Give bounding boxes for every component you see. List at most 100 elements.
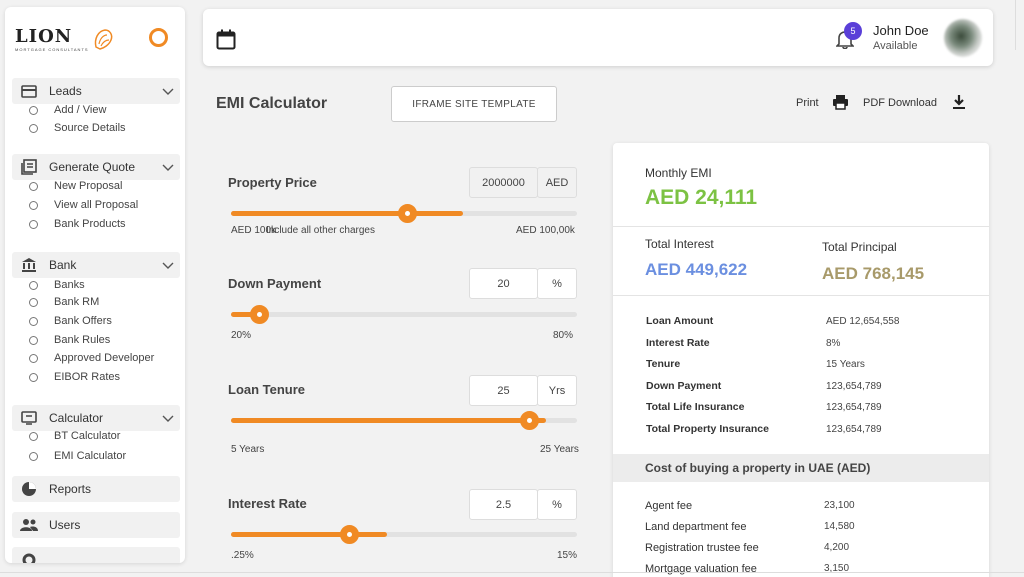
sidebar-item-label: View all Proposal (54, 199, 139, 211)
radio-icon (29, 353, 38, 363)
calendar-icon[interactable] (216, 29, 236, 50)
loan-tenure-unit: Yrs (537, 375, 577, 406)
sidebar-item-view-all-proposal[interactable]: View all Proposal (29, 199, 138, 211)
cost-heading: Cost of buying a property in UAE (AED) (613, 454, 989, 482)
status-ring-icon[interactable] (149, 28, 168, 47)
menu-bank[interactable]: Bank (12, 252, 180, 278)
loan-tenure-min: 5 Years (231, 444, 265, 455)
sidebar-item-source-details[interactable]: Source Details (29, 122, 126, 134)
menu-users[interactable]: Users (12, 512, 180, 538)
chevron-down-icon[interactable] (161, 160, 175, 174)
sidebar-item-add-view[interactable]: Add / View (29, 104, 106, 116)
iframe-template-button[interactable]: IFRAME SITE TEMPLATE (391, 86, 557, 122)
bank-icon (19, 255, 39, 275)
notification-badge: 5 (844, 22, 862, 40)
fee-value: 4,200 (824, 542, 850, 553)
detail-key: Loan Amount (646, 315, 714, 327)
loan-tenure-slider[interactable] (231, 411, 577, 430)
sidebar-item-bank-rules[interactable]: Bank Rules (29, 334, 110, 346)
interest-rate-slider[interactable] (231, 525, 577, 544)
avatar[interactable] (944, 19, 982, 57)
detail-value: 123,654,789 (826, 381, 882, 392)
monthly-emi-label: Monthly EMI (645, 166, 712, 180)
fee-key: Registration trustee fee (645, 542, 759, 554)
loan-tenure-input[interactable]: 25 (469, 375, 538, 406)
slider-fill (231, 532, 387, 537)
pdf-download-button[interactable]: PDF Download (863, 97, 937, 109)
sidebar-item-bank-rm[interactable]: Bank RM (29, 296, 99, 308)
download-icon[interactable] (952, 94, 966, 110)
radio-icon (29, 123, 38, 133)
down-payment-min: 20% (231, 330, 252, 341)
divider (1015, 0, 1016, 50)
slider-thumb[interactable] (339, 525, 359, 544)
sidebar-item-eibor-rates[interactable]: EIBOR Rates (29, 371, 120, 383)
sidebar-item-bank-products[interactable]: Bank Products (29, 218, 126, 230)
menu-reports-label: Reports (49, 482, 92, 496)
fee-key: Land department fee (645, 521, 747, 533)
logo[interactable]: LION MORTGAGE CONSULTANTS (15, 27, 114, 53)
property-price-slider[interactable] (231, 204, 577, 223)
down-payment-input[interactable]: 20 (469, 268, 538, 299)
fee-value: 14,580 (824, 521, 855, 532)
menu-settings[interactable] (12, 547, 180, 563)
sidebar-item-banks[interactable]: Banks (29, 279, 85, 291)
logo-tagline: MORTGAGE CONSULTANTS (15, 47, 89, 52)
interest-rate-input[interactable]: 2.5 (469, 489, 538, 520)
print-button[interactable]: Print (796, 97, 819, 109)
menu-generate-quote[interactable]: Generate Quote (12, 154, 180, 180)
total-interest-label: Total Interest (645, 237, 714, 251)
user-name[interactable]: John Doe (873, 23, 929, 38)
menu-reports[interactable]: Reports (12, 476, 180, 502)
chevron-down-icon[interactable] (161, 411, 175, 425)
sidebar-item-label: Bank Rules (54, 334, 111, 346)
property-price-input[interactable]: 2000000 (469, 167, 538, 198)
calculator-icon (19, 408, 39, 428)
menu-calculator[interactable]: Calculator (12, 405, 180, 431)
menu-bank-label: Bank (49, 258, 77, 272)
sidebar-item-label: Add / View (54, 104, 107, 116)
printer-icon[interactable] (832, 94, 849, 110)
fee-key: Agent fee (645, 500, 693, 512)
radio-icon (29, 200, 38, 210)
sidebar-item-label: Bank Offers (54, 315, 112, 327)
sidebar-item-label: New Proposal (54, 180, 123, 192)
page-title: EMI Calculator (216, 95, 328, 112)
total-principal-label: Total Principal (822, 240, 897, 254)
divider (613, 226, 989, 227)
radio-icon (29, 431, 38, 441)
sidebar-item-bank-offers[interactable]: Bank Offers (29, 315, 112, 327)
detail-key: Total Property Insurance (646, 423, 769, 435)
fee-key: Mortgage valuation fee (645, 563, 757, 575)
radio-icon (29, 297, 38, 307)
menu-users-label: Users (49, 518, 81, 532)
down-payment-slider[interactable] (231, 305, 577, 324)
sidebar-item-label: EIBOR Rates (54, 371, 121, 383)
interest-rate-label: Interest Rate (228, 496, 307, 511)
sidebar-item-emi-calculator[interactable]: EMI Calculator (29, 450, 126, 462)
sidebar-item-bt-calculator[interactable]: BT Calculator (29, 430, 120, 442)
radio-icon (29, 219, 38, 229)
down-payment-max: 80% (553, 330, 574, 341)
slider-thumb[interactable] (398, 204, 418, 223)
detail-key: Down Payment (646, 380, 722, 392)
user-status: Available (873, 40, 918, 52)
emi-summary-card: Monthly EMI AED 24,111 Total Interest AE… (613, 143, 989, 577)
detail-value: 8% (826, 338, 841, 349)
sidebar-item-label: EMI Calculator (54, 450, 127, 462)
chevron-down-icon[interactable] (161, 258, 175, 272)
radio-icon (29, 372, 38, 382)
chevron-down-icon[interactable] (161, 84, 175, 98)
detail-key: Total Life Insurance (646, 401, 745, 413)
menu-leads[interactable]: Leads (12, 78, 180, 104)
sidebar-item-new-proposal[interactable]: New Proposal (29, 180, 122, 192)
sidebar-item-approved-developer[interactable]: Approved Developer (29, 352, 154, 364)
sidebar-item-label: Source Details (54, 122, 126, 134)
sidebar: LION MORTGAGE CONSULTANTS Leads Add / Vi… (5, 7, 185, 563)
lion-icon (94, 29, 112, 50)
radio-icon (29, 181, 38, 191)
gear-icon (19, 550, 39, 563)
down-payment-unit: % (537, 268, 577, 299)
slider-thumb[interactable] (249, 305, 269, 324)
slider-thumb[interactable] (519, 411, 539, 430)
